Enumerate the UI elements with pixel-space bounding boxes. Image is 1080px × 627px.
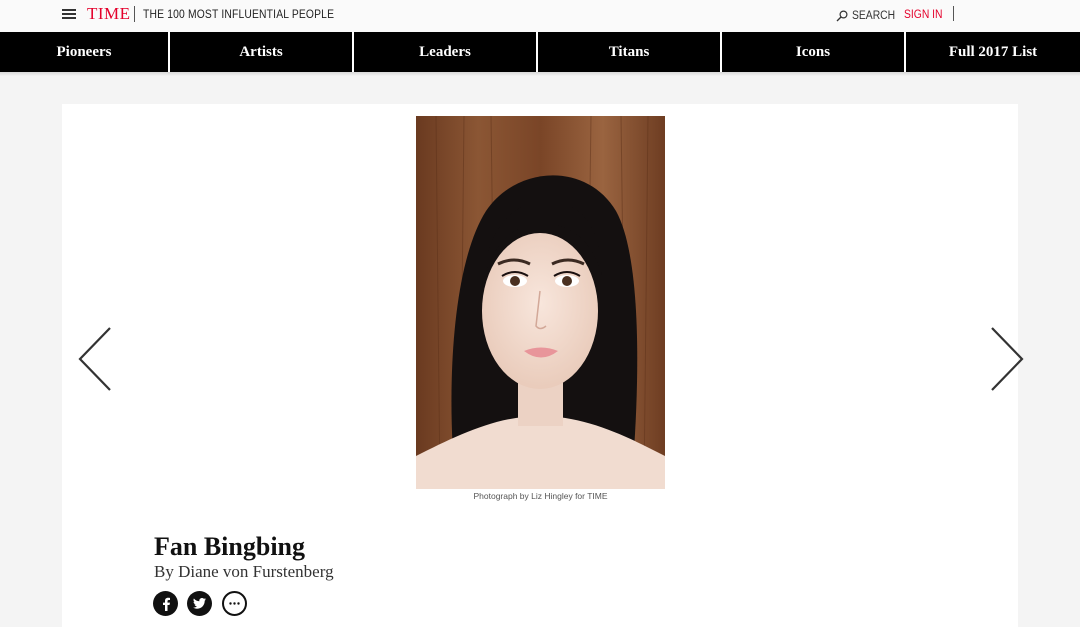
photo-caption: Photograph by Liz Hingley for TIME	[473, 491, 608, 501]
chevron-right-icon	[991, 327, 1024, 391]
twitter-icon	[193, 598, 206, 609]
search-icon	[836, 10, 848, 22]
section-title[interactable]: THE 100 MOST INFLUENTIAL PEOPLE	[143, 7, 334, 21]
nav-item-full-list[interactable]: Full 2017 List	[906, 32, 1080, 72]
portrait-photo	[416, 116, 665, 489]
chevron-left-icon	[78, 327, 111, 391]
sign-in-link[interactable]: SIGN IN	[904, 9, 943, 21]
nav-item-leaders[interactable]: Leaders	[354, 32, 538, 72]
nav-item-artists[interactable]: Artists	[170, 32, 354, 72]
author-byline[interactable]: By Diane von Furstenberg	[154, 562, 334, 582]
facebook-share-button[interactable]	[153, 591, 178, 616]
category-nav: Pioneers Artists Leaders Titans Icons Fu…	[0, 32, 1080, 72]
twitter-share-button[interactable]	[187, 591, 212, 616]
previous-button[interactable]	[76, 326, 116, 392]
header-divider	[953, 6, 954, 21]
top-header: TIME THE 100 MOST INFLUENTIAL PEOPLE SEA…	[0, 0, 1080, 32]
hamburger-menu-icon[interactable]	[62, 9, 76, 19]
facebook-icon	[162, 597, 170, 611]
nav-item-pioneers[interactable]: Pioneers	[0, 32, 170, 72]
person-name: Fan Bingbing	[154, 532, 306, 561]
logo-divider	[134, 6, 135, 22]
time-logo[interactable]: TIME	[87, 4, 131, 24]
nav-item-titans[interactable]: Titans	[538, 32, 722, 72]
search-button[interactable]: SEARCH	[836, 8, 900, 24]
next-button[interactable]	[986, 326, 1026, 392]
nav-shadow	[0, 72, 1080, 76]
search-label: SEARCH	[852, 10, 896, 22]
profile-card: Photograph by Liz Hingley for TIME Fan B…	[62, 104, 1024, 627]
more-icon	[229, 602, 240, 605]
nav-item-icons[interactable]: Icons	[722, 32, 906, 72]
more-share-button[interactable]	[222, 591, 247, 616]
